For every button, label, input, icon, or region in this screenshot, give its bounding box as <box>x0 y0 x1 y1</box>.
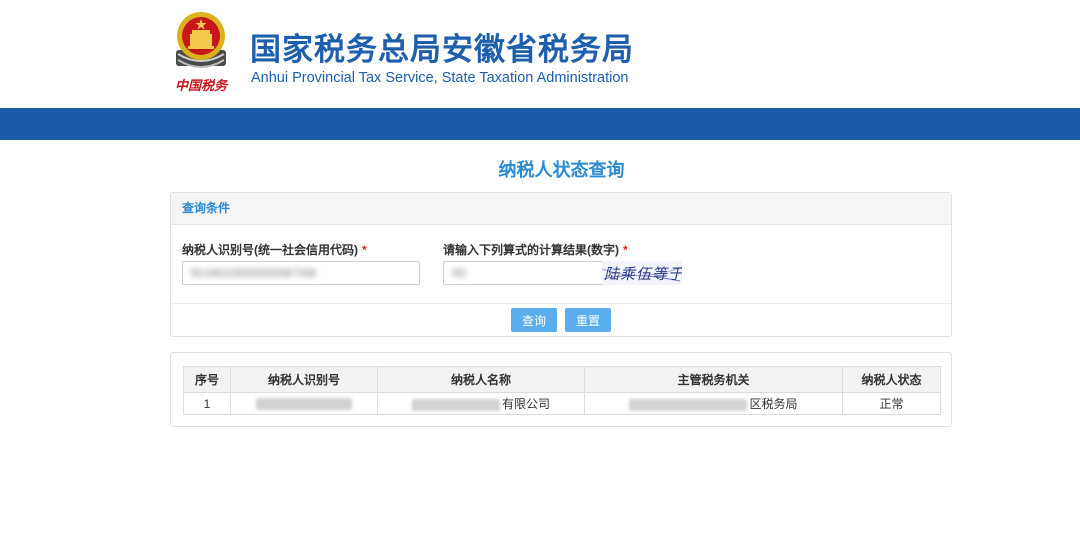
redacted-authority <box>629 398 748 411</box>
redacted-taxpayer-name <box>411 398 500 411</box>
column-header-index: 序号 <box>183 366 231 393</box>
page-title: 纳税人状态查询 <box>498 160 625 181</box>
site-header: 中国税务 国家税务总局安徽省税务局 Anhui Provincial Tax S… <box>0 0 1080 108</box>
column-header-taxpayer-id: 纳税人识别号 <box>230 366 378 393</box>
divider <box>171 303 951 304</box>
query-panel-title: 查询条件 <box>171 193 951 225</box>
cell-authority: 区税务局 <box>584 392 843 415</box>
taxpayer-id-label-text: 纳税人识别号(统一社会信用代码) <box>182 243 358 257</box>
cell-taxpayer-name: 有限公司 <box>377 392 585 415</box>
required-mark: * <box>362 243 367 257</box>
nav-bar <box>0 108 1080 140</box>
taxpayer-id-value: 9134010000000087XM <box>191 266 316 280</box>
column-header-authority: 主管税务机关 <box>584 366 843 393</box>
captcha-image[interactable]: 陆乘伍等于 <box>602 261 682 285</box>
taxpayer-id-input[interactable]: 9134010000000087XM <box>182 261 420 285</box>
captcha-label-text: 请输入下列算式的计算结果(数字) <box>443 243 619 257</box>
captcha-text: 陆乘伍等于 <box>604 265 682 283</box>
cell-taxpayer-id <box>230 392 378 415</box>
query-panel: 查询条件 纳税人识别号(统一社会信用代码) * 9134010000000087X… <box>170 192 952 337</box>
cell-status: 正常 <box>842 392 941 415</box>
site-subtitle: Anhui Provincial Tax Service, State Taxa… <box>251 70 629 86</box>
taxpayer-name-suffix: 有限公司 <box>501 397 550 411</box>
reset-button[interactable]: 重置 <box>565 308 611 332</box>
authority-suffix: 区税务局 <box>749 397 798 411</box>
result-table: 序号 纳税人识别号 纳税人名称 主管税务机关 纳税人状态 1 有限公司 区税务局… <box>183 366 941 415</box>
search-button[interactable]: 查询 <box>511 308 557 332</box>
emblem-caption: 中国税务 <box>175 78 229 94</box>
captcha-answer-value: 00 <box>452 266 466 280</box>
captcha-input[interactable]: 00 <box>443 261 603 285</box>
redacted-taxpayer-id <box>256 398 352 411</box>
column-header-taxpayer-name: 纳税人名称 <box>377 366 585 393</box>
taxpayer-id-label: 纳税人识别号(统一社会信用代码) * <box>182 241 367 258</box>
result-panel: 序号 纳税人识别号 纳税人名称 主管税务机关 纳税人状态 1 有限公司 区税务局… <box>170 352 952 427</box>
tax-emblem-logo: 中国税务 <box>170 10 232 98</box>
table-header-row: 序号 纳税人识别号 纳税人名称 主管税务机关 纳税人状态 <box>183 366 941 393</box>
column-header-status: 纳税人状态 <box>842 366 941 393</box>
table-row: 1 有限公司 区税务局 正常 <box>183 392 941 415</box>
site-title: 国家税务总局安徽省税务局 <box>250 32 634 68</box>
cell-index: 1 <box>183 392 231 415</box>
captcha-label: 请输入下列算式的计算结果(数字) * <box>443 241 628 258</box>
required-mark: * <box>623 243 628 257</box>
